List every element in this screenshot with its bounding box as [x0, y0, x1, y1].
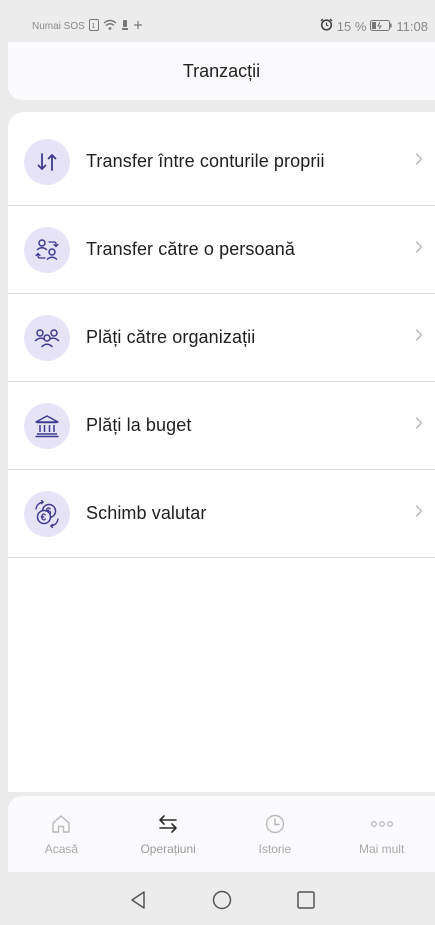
status-left: Numai SOS 1	[32, 18, 143, 34]
chevron-right-icon	[415, 416, 423, 435]
nav-label: Istorie	[258, 841, 292, 856]
list-item-payments-budget[interactable]: Plăți la buget	[8, 382, 435, 470]
alarm-icon	[320, 18, 333, 34]
transactions-list: Transfer între conturile proprii Transfe…	[8, 112, 435, 792]
list-item-label: Transfer între conturile proprii	[86, 151, 325, 171]
operations-icon	[157, 813, 179, 838]
plus-icon	[133, 20, 143, 33]
list-item-label: Schimb valutar	[86, 503, 207, 523]
list-item-label: Plăți către organizații	[86, 327, 256, 347]
list-item-payments-organizations[interactable]: Plăți către organizații	[8, 294, 435, 382]
recents-square-icon[interactable]	[295, 889, 317, 916]
wifi-icon	[103, 19, 117, 34]
arrows-up-down-icon	[24, 138, 70, 185]
page-header: Tranzacții	[8, 42, 435, 100]
more-icon	[369, 813, 395, 838]
bank-icon	[24, 402, 70, 449]
bottom-navigation: Acasă Operațiuni Istorie Mai mult	[8, 796, 435, 872]
currency-exchange-icon: $€	[24, 490, 70, 537]
status-right: 15 % 11:08	[320, 18, 428, 34]
list-item-transfer-own-accounts[interactable]: Transfer între conturile proprii	[8, 118, 435, 206]
chevron-right-icon	[415, 240, 423, 259]
back-triangle-icon[interactable]	[127, 889, 149, 916]
list-item-transfer-person[interactable]: Transfer către o persoană	[8, 206, 435, 294]
chevron-right-icon	[415, 504, 423, 523]
nav-item-more[interactable]: Mai mult	[328, 796, 435, 872]
list-item-label: Plăți la buget	[86, 415, 192, 435]
chevron-right-icon	[415, 152, 423, 171]
page-title: Tranzacții	[182, 60, 261, 81]
list-item-label: Transfer către o persoană	[86, 239, 295, 259]
svg-text:1: 1	[91, 23, 95, 30]
nav-item-home[interactable]: Acasă	[8, 796, 115, 872]
home-icon	[50, 813, 72, 838]
nav-label: Operațiuni	[140, 841, 196, 856]
battery-percent: 15 %	[336, 18, 367, 34]
person-transfer-icon	[24, 226, 70, 273]
sim-icon: 1	[88, 18, 99, 34]
list-item-currency-exchange[interactable]: $€ Schimb valutar	[8, 470, 435, 558]
nav-label: Acasă	[44, 841, 79, 856]
chevron-right-icon	[415, 328, 423, 347]
nav-item-history[interactable]: Istorie	[222, 796, 329, 872]
home-circle-icon[interactable]	[211, 889, 233, 916]
nav-item-operations[interactable]: Operațiuni	[115, 796, 222, 872]
svg-text:€: €	[41, 512, 47, 523]
status-bar: Numai SOS 1 15 % 11:08	[8, 10, 430, 42]
nav-label: Mai mult	[358, 841, 405, 856]
clock-time: 11:08	[396, 18, 428, 34]
group-icon	[24, 314, 70, 361]
system-navigation-bar	[8, 880, 435, 925]
carrier-text: Numai SOS	[32, 20, 85, 32]
notification-icon	[121, 19, 129, 34]
battery-icon	[370, 19, 393, 34]
clock-icon	[264, 813, 286, 838]
